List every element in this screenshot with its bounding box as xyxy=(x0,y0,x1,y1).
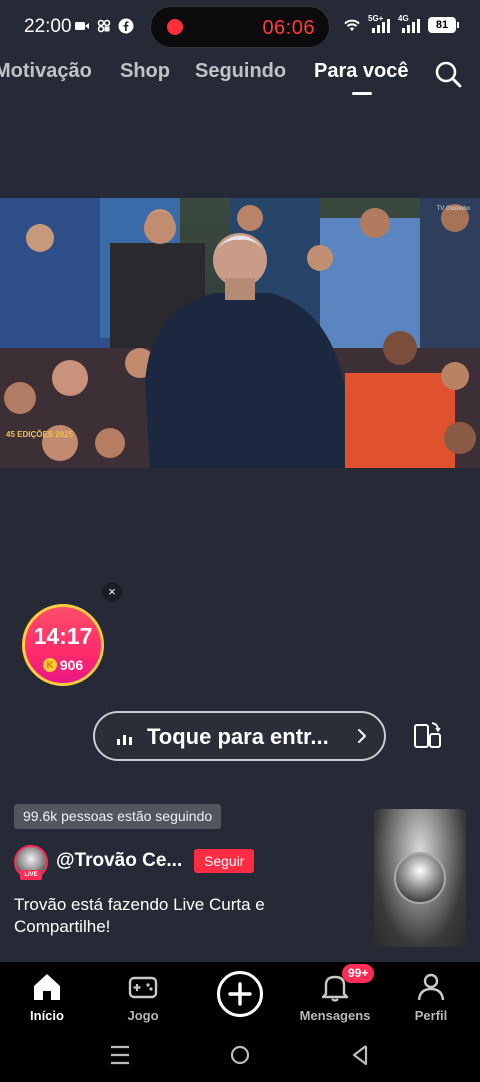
video-watermark-left: 45 EDIÇÕES 2025 xyxy=(6,430,74,439)
timer-coins: K 906 xyxy=(25,657,101,673)
preview-avatar xyxy=(394,852,446,904)
profile-icon xyxy=(417,973,445,1001)
nav-mensagens-label: Mensagens xyxy=(299,1008,371,1023)
creator-row: LIVE @Trovão Ce... Seguir xyxy=(14,845,274,880)
home-icon xyxy=(34,974,60,1000)
system-navigation-bar xyxy=(0,1026,480,1082)
record-dot-icon xyxy=(167,19,183,35)
video-frame-image xyxy=(0,198,480,468)
search-icon[interactable] xyxy=(432,58,464,90)
nav-inicio[interactable]: Início xyxy=(2,970,92,1023)
live-video[interactable]: 45 EDIÇÕES 2025 TV Globinho xyxy=(0,198,480,468)
chevron-right-icon xyxy=(358,729,366,743)
system-nav-buttons xyxy=(111,1045,368,1066)
live-preview-thumbnail[interactable] xyxy=(374,809,466,947)
app-grid-icon xyxy=(97,19,111,33)
recent-apps-icon[interactable] xyxy=(111,1045,129,1065)
nav-inicio-label: Início xyxy=(30,1008,64,1023)
battery-icon: 81 xyxy=(428,17,459,33)
signal-bars-icon xyxy=(402,19,420,33)
create-button[interactable] xyxy=(217,971,263,1017)
back-icon[interactable] xyxy=(352,1045,368,1066)
plus-icon xyxy=(228,982,252,1006)
nav-perfil-label: Perfil xyxy=(414,1008,448,1023)
enter-live-label: Toque para entr... xyxy=(147,724,329,749)
live-badge: LIVE xyxy=(20,870,42,880)
nav-jogo[interactable]: Jogo xyxy=(98,970,188,1023)
status-system-icons: 5G+ 4G 81 xyxy=(342,14,459,34)
active-tab-indicator xyxy=(352,92,372,95)
close-timer-button[interactable]: × xyxy=(102,582,122,602)
gamepad-icon xyxy=(128,976,158,999)
recording-time: 06:06 xyxy=(262,17,315,39)
wifi-icon xyxy=(344,19,360,31)
bottom-navigation: Início Jogo Mensagens 99+ Perfil xyxy=(0,962,480,1026)
status-bar: 22:00 06:06 5G+ 4G 81 xyxy=(0,0,480,56)
nav-perfil[interactable]: Perfil xyxy=(386,970,476,1023)
video-camera-icon xyxy=(75,22,89,30)
notification-badge: 99+ xyxy=(342,964,375,983)
coin-icon: K xyxy=(42,658,57,672)
home-system-icon[interactable] xyxy=(230,1045,250,1065)
coin-count: 906 xyxy=(59,657,84,673)
signal-5g: 5G+ xyxy=(368,14,392,34)
signal-4g: 4G xyxy=(398,14,422,34)
timer-countdown: 14:17 xyxy=(33,623,93,649)
followers-count-tag: 99.6k pessoas estão seguindo xyxy=(14,804,222,829)
rotate-screen-icon[interactable] xyxy=(410,720,442,752)
enter-live-button[interactable]: Toque para entr... xyxy=(93,711,386,761)
tab-para-voce[interactable]: Para você xyxy=(314,60,409,83)
tab-shop[interactable]: Shop xyxy=(120,60,170,83)
audio-bars-icon xyxy=(117,735,132,745)
status-notification-icons xyxy=(74,18,134,34)
screen-recording-pill[interactable]: 06:06 xyxy=(150,6,330,48)
creator-name[interactable]: @Trovão Ce... xyxy=(56,850,182,872)
tab-seguindo[interactable]: Seguindo xyxy=(195,60,286,83)
stream-description: Trovão está fazendo Live Curta e Compart… xyxy=(14,895,265,936)
video-watermark-right: TV Globinho xyxy=(436,206,470,212)
signal-bars-icon xyxy=(372,19,390,33)
status-time: 22:00 xyxy=(24,16,72,37)
feed-tabs: Motivação Shop Seguindo Para você xyxy=(0,54,480,98)
follow-button[interactable]: Seguir xyxy=(194,849,255,873)
nav-jogo-label: Jogo xyxy=(127,1008,159,1023)
reward-timer[interactable]: 14:17 K 906 xyxy=(22,604,104,686)
facebook-icon xyxy=(118,18,134,34)
tab-motivacao[interactable]: Motivação xyxy=(0,60,92,83)
